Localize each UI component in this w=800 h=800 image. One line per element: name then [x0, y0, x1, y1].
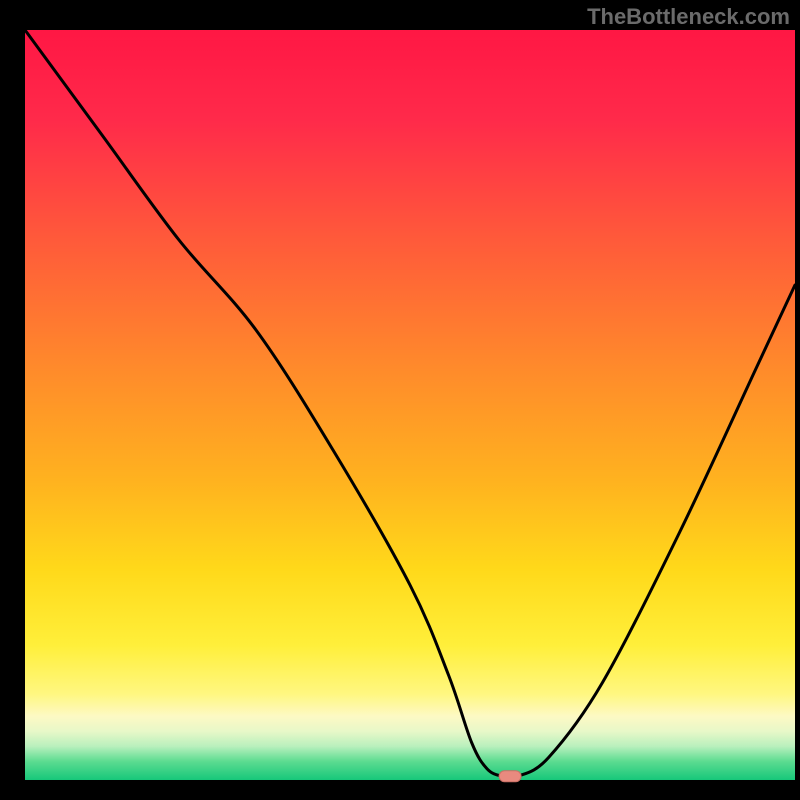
- attribution-label: TheBottleneck.com: [587, 4, 790, 30]
- chart-frame: TheBottleneck.com: [0, 0, 800, 800]
- plot-background: [25, 30, 795, 780]
- optimal-marker: [499, 771, 521, 782]
- bottleneck-chart: [0, 0, 800, 800]
